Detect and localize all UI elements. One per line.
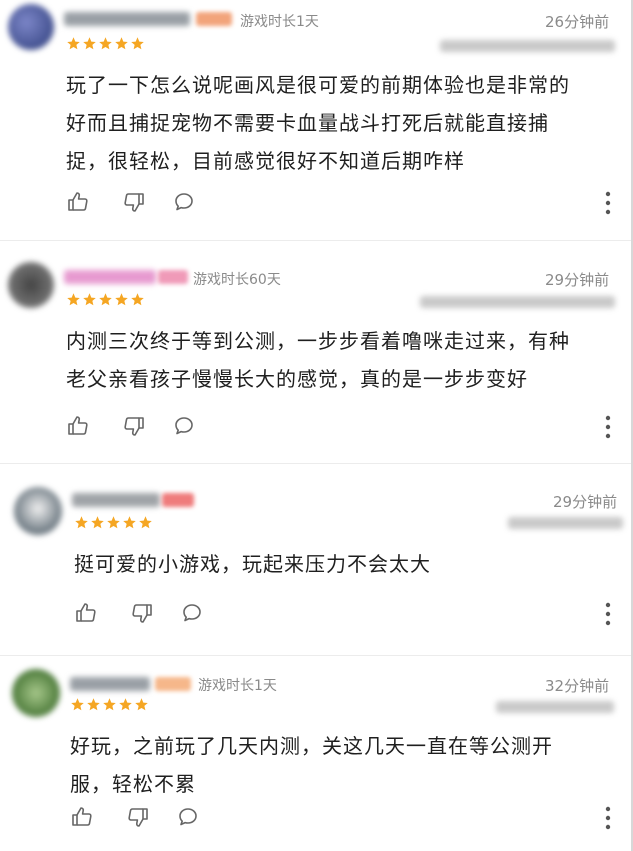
star-icon — [99, 293, 112, 306]
username-blurred[interactable] — [64, 12, 190, 26]
star-icon — [115, 37, 128, 50]
level-badge-blurred — [162, 493, 194, 507]
star-icon — [139, 516, 152, 529]
star-rating — [66, 36, 145, 51]
star-icon — [131, 37, 144, 50]
comment-icon[interactable] — [180, 601, 204, 625]
playtime-label: 游戏时长60天 — [193, 272, 281, 288]
more-vertical-icon[interactable] — [604, 601, 612, 627]
comment-icon[interactable] — [176, 805, 200, 829]
divider — [0, 240, 633, 241]
star-icon — [119, 698, 132, 711]
more-vertical-icon[interactable] — [604, 414, 612, 440]
comment-icon[interactable] — [172, 414, 196, 438]
avatar[interactable] — [8, 4, 54, 50]
divider — [0, 655, 633, 656]
star-icon — [67, 293, 80, 306]
dislike-icon[interactable] — [130, 601, 154, 625]
star-icon — [71, 698, 84, 711]
avatar[interactable] — [8, 262, 54, 308]
star-icon — [135, 698, 148, 711]
star-rating — [74, 515, 153, 530]
level-badge-blurred — [196, 12, 232, 26]
divider — [0, 463, 633, 464]
review-time: 26分钟前 — [545, 13, 610, 31]
star-icon — [131, 293, 144, 306]
star-icon — [123, 516, 136, 529]
playtime-label: 游戏时长1天 — [240, 14, 319, 30]
review-text: 好玩，之前玩了几天内测，关这几天一直在等公测开 服，轻松不累 — [70, 734, 553, 796]
level-badge-blurred — [158, 270, 188, 284]
like-icon[interactable] — [66, 414, 90, 438]
dislike-icon[interactable] — [126, 805, 150, 829]
star-icon — [91, 516, 104, 529]
playtime-label: 游戏时长1天 — [198, 678, 277, 694]
level-badge-blurred — [155, 677, 191, 691]
star-icon — [99, 37, 112, 50]
device-info-blurred — [440, 40, 615, 52]
device-info-blurred — [496, 701, 614, 713]
more-vertical-icon[interactable] — [604, 190, 612, 216]
username-blurred[interactable] — [72, 493, 160, 507]
like-icon[interactable] — [66, 190, 90, 214]
review-time: 32分钟前 — [545, 677, 610, 695]
like-icon[interactable] — [74, 601, 98, 625]
more-vertical-icon[interactable] — [604, 805, 612, 831]
star-rating — [70, 697, 149, 712]
star-icon — [83, 37, 96, 50]
username-blurred[interactable] — [70, 677, 150, 691]
device-info-blurred — [420, 296, 615, 308]
device-info-blurred — [508, 517, 623, 529]
star-icon — [115, 293, 128, 306]
review-time: 29分钟前 — [553, 493, 618, 511]
review-text: 内测三次终于等到公测，一步步看着噜咪走过来，有种 老父亲看孩子慢慢长大的感觉，真… — [66, 329, 570, 391]
like-icon[interactable] — [70, 805, 94, 829]
review-text: 挺可爱的小游戏，玩起来压力不会太大 — [74, 552, 431, 576]
dislike-icon[interactable] — [122, 190, 146, 214]
star-icon — [103, 698, 116, 711]
star-icon — [83, 293, 96, 306]
star-icon — [107, 516, 120, 529]
review-time: 29分钟前 — [545, 271, 610, 289]
review-text: 玩了一下怎么说呢画风是很可爱的前期体验也是非常的 好而且捕捉宠物不需要卡血量战斗… — [66, 73, 570, 173]
dislike-icon[interactable] — [122, 414, 146, 438]
star-icon — [87, 698, 100, 711]
star-icon — [75, 516, 88, 529]
star-rating — [66, 292, 145, 307]
star-icon — [67, 37, 80, 50]
avatar[interactable] — [14, 487, 62, 535]
username-blurred[interactable] — [64, 270, 156, 284]
comment-icon[interactable] — [172, 190, 196, 214]
avatar[interactable] — [12, 669, 60, 717]
